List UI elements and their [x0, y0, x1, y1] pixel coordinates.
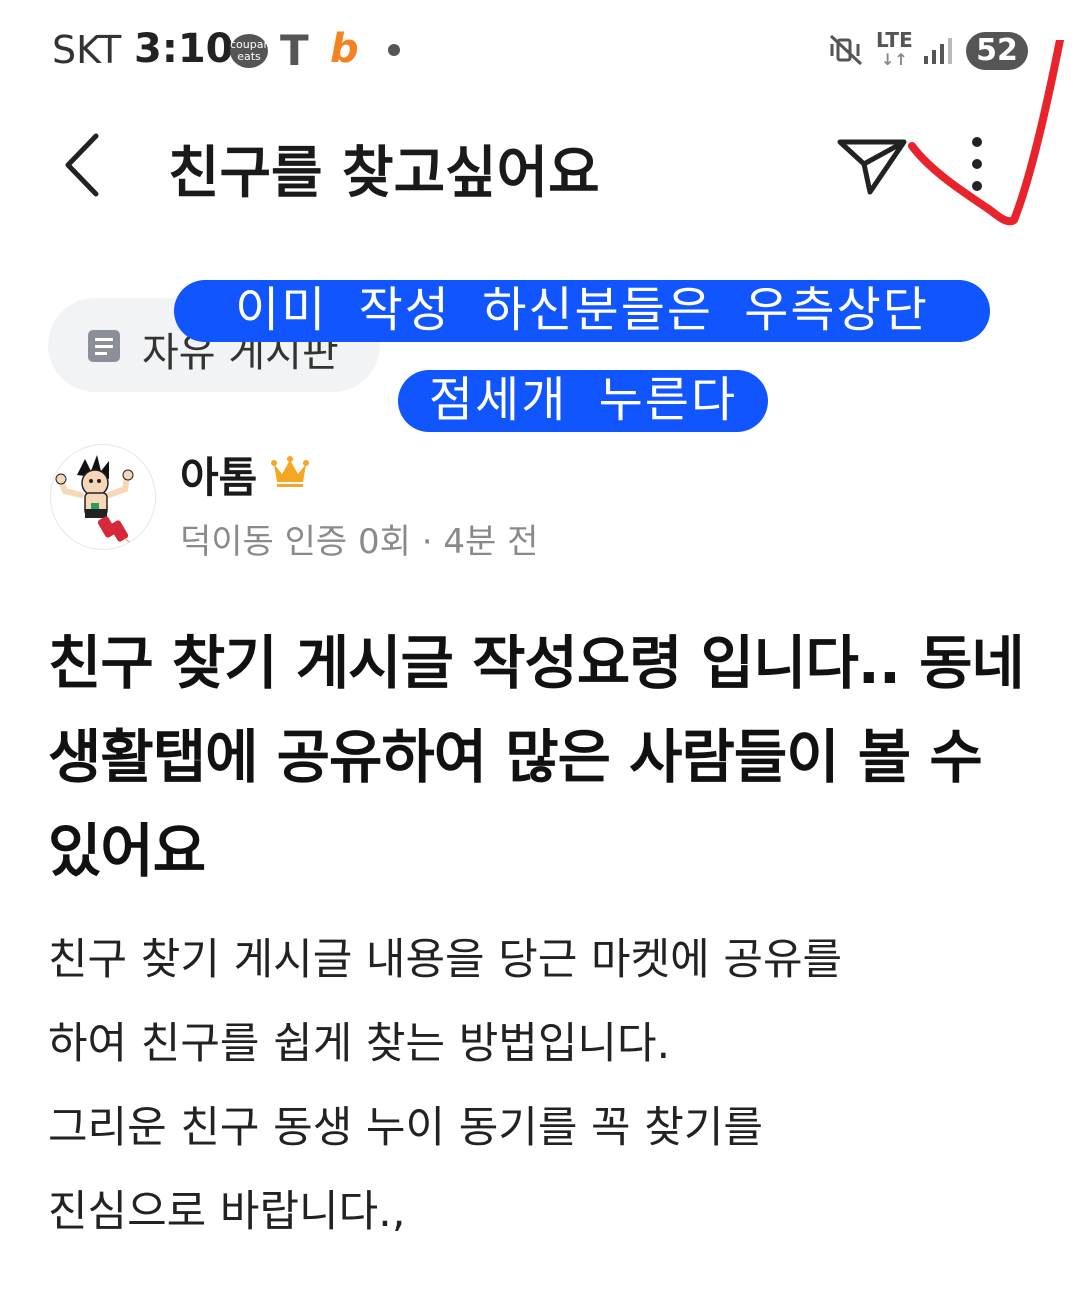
author-name[interactable]: 아톰 — [180, 444, 257, 505]
coupang-eats-icon: coupang eats — [230, 34, 277, 68]
post-title: 친구 찾기 게시글 작성요령 입니다.. 동네 생활탭에 공유하여 많은 사람들… — [48, 629, 1025, 885]
more-vertical-icon[interactable] — [962, 134, 992, 198]
post-body: 친구 찾기 게시글 내용을 당근 마켓에 공유를 하여 친구를 쉽게 찾는 방법… — [48, 918, 1048, 1254]
lte-indicator: LTE ↓↑ — [876, 28, 913, 69]
t-app-icon: T — [280, 26, 309, 75]
crown-icon — [271, 456, 309, 487]
post-body-line: 진심으로 바랍니다., — [48, 1187, 406, 1237]
board-icon — [88, 330, 120, 362]
post-body-line: 하여 친구를 쉽게 찾는 방법입니다. — [48, 1019, 671, 1069]
annotation-banner-2: 점세개 누른다 — [398, 370, 768, 432]
b-app-icon: b — [330, 26, 359, 72]
notification-dot-icon — [388, 44, 400, 56]
status-bar: SKT 3:10 coupang eats T b LTE ↓↑ 52 — [0, 0, 1080, 100]
carrier-label: SKT — [52, 28, 122, 72]
back-arrow-icon[interactable] — [58, 130, 108, 200]
send-icon[interactable] — [836, 134, 908, 196]
battery-indicator: 52 — [966, 32, 1028, 70]
post-body-line: 그리운 친구 동생 누이 동기를 꼭 찾기를 — [48, 1103, 763, 1153]
astro-boy-avatar — [55, 455, 135, 545]
post-body-line: 친구 찾기 게시글 내용을 당근 마켓에 공유를 — [48, 935, 843, 985]
signal-icon — [924, 38, 952, 64]
page-title: 친구를 찾고싶어요 — [168, 141, 600, 206]
avatar[interactable] — [50, 444, 156, 550]
annotation-banner-1: 이미 작성 하신분들은 우측상단 — [174, 280, 990, 342]
mute-vibrate-icon — [829, 34, 863, 66]
author-meta: 덕이동 인증 0회 · 4분 전 — [180, 522, 539, 562]
clock: 3:10 — [134, 26, 234, 72]
